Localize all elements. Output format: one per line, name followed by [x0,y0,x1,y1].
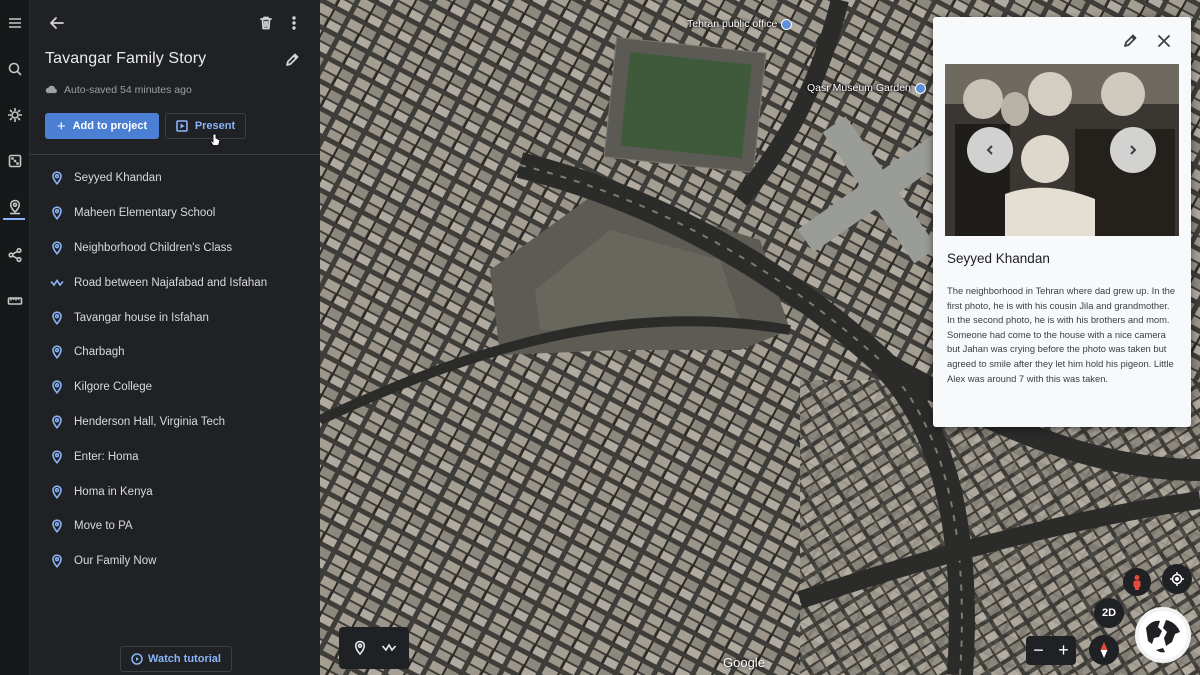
feature-list-item-label: Maheen Elementary School [74,207,216,220]
feature-list-item-label: Charbagh [74,346,125,359]
pegman-icon [1133,575,1141,590]
present-label: Present [194,120,236,132]
place-pin-icon [50,206,64,221]
next-photo-button[interactable] [1110,127,1156,173]
autosave-text: Auto-saved 54 minutes ago [64,83,192,96]
menu-icon[interactable] [2,10,28,36]
share-icon[interactable] [2,242,28,268]
place-pin-icon [50,484,64,499]
voyager-icon[interactable] [2,102,28,128]
chevron-right-icon [1130,145,1137,155]
divider [30,154,320,155]
feature-list-item[interactable]: Homa in Kenya [30,474,320,509]
feature-list-item[interactable]: Henderson Hall, Virginia Tech [30,405,320,440]
more-vert-icon[interactable] [280,9,308,37]
map-draw-tools [339,627,409,669]
present-icon [176,120,188,132]
search-icon[interactable] [2,56,28,82]
feature-list-item[interactable]: Charbagh [30,335,320,370]
poi-label-text: Tehran public office [687,18,778,30]
place-pin-icon [50,554,64,569]
compass-button[interactable] [1089,635,1119,665]
family-photo [945,64,1179,236]
edit-pencil-icon[interactable] [1116,27,1144,55]
watch-tutorial-label: Watch tutorial [148,653,221,665]
feature-list-item[interactable]: Road between Najafabad and Isfahan [30,265,320,300]
feature-list-item-label: Our Family Now [74,555,157,568]
project-title[interactable]: Tavangar Family Story [45,50,206,68]
feeling-lucky-icon[interactable] [2,148,28,174]
compass-icon [1100,642,1108,658]
add-placemark-icon[interactable] [352,640,368,656]
card-description: The neighborhood in Tehran where dad gre… [947,285,1176,384]
project-panel: Tavangar Family Story Auto-saved 54 minu… [30,0,320,675]
feature-list-item[interactable]: Maheen Elementary School [30,196,320,231]
poi-marker-icon [781,18,793,30]
ruler-icon[interactable] [2,288,28,314]
my-location-icon [1170,572,1184,586]
place-pin-icon [50,519,64,534]
plus-icon: + [56,117,66,135]
place-pin-icon [50,380,64,395]
poi-marker-icon [914,82,926,94]
place-pin-icon [50,415,64,429]
mouse-cursor-icon [210,133,221,146]
my-location-button[interactable] [1162,564,1192,594]
zoom-controls: − + [1026,636,1076,665]
zoom-in-button[interactable]: + [1058,640,1069,661]
feature-list-item-label: Neighborhood Children's Class [74,241,233,254]
chevron-left-icon [986,145,993,155]
trash-icon[interactable] [252,9,280,37]
projects-icon[interactable] [2,194,28,220]
feature-list-item-label: Tavangar house in Isfahan [74,311,209,324]
feature-list-item-label: Henderson Hall, Virginia Tech [74,415,226,428]
place-pin-icon [50,171,64,186]
left-rail [0,0,30,675]
path-line-icon [50,276,64,290]
feature-list-item-label: Enter: Homa [74,450,139,463]
place-pin-icon [50,310,64,325]
watch-tutorial-button[interactable]: Watch tutorial [120,646,232,672]
place-pin-icon [50,450,64,464]
globe-icon [1139,611,1187,659]
feature-info-card: Seyyed Khandan The neighborhood in Tehra… [933,17,1191,427]
draw-line-icon[interactable] [381,640,397,656]
feature-list-item-label: Kilgore College [74,381,152,394]
feature-list-item[interactable]: Move to PA [30,509,320,544]
place-pin-icon [50,345,64,360]
prev-photo-button[interactable] [967,127,1013,173]
feature-list-item[interactable]: Enter: Homa [30,439,320,474]
poi-label-text: Qasr Museum Garden [807,82,911,94]
pegman-button[interactable] [1123,568,1151,596]
feature-list-item[interactable]: Kilgore College [30,370,320,405]
poi-label[interactable]: Tehran public office [687,18,793,30]
feature-list-item[interactable]: Neighborhood Children's Class [30,231,320,266]
feature-list-item-label: Seyyed Khandan [74,172,162,185]
edit-title-pencil-icon[interactable] [278,46,306,74]
cloud-done-icon [45,85,57,94]
feature-list-item-label: Homa in Kenya [74,485,153,498]
feature-list-item[interactable]: Seyyed Khandan [30,161,320,196]
card-title: Seyyed Khandan [947,251,1050,266]
place-pin-icon [50,241,64,255]
play-circle-icon [131,653,143,665]
active-indicator [3,218,25,220]
toggle-2d-label: 2D [1101,607,1117,619]
globe-view-button[interactable] [1135,607,1191,663]
add-to-project-button[interactable]: + Add to project [45,113,159,139]
toggle-2d-button[interactable]: 2D [1094,598,1124,628]
feature-list-item[interactable]: Our Family Now [30,544,320,579]
feature-list-item-label: Road between Najafabad and Isfahan [74,276,268,289]
close-icon[interactable] [1150,27,1178,55]
feature-list: Seyyed Khandan Maheen Elementary School Ne… [30,161,320,579]
back-arrow-icon[interactable] [43,9,71,37]
google-attribution: Google [723,655,765,670]
present-button[interactable]: Present [165,113,246,139]
feature-list-item[interactable]: Tavangar house in Isfahan [30,300,320,335]
feature-list-item-label: Move to PA [74,520,133,533]
add-to-project-label: Add to project [72,120,148,132]
autosave-status: Auto-saved 54 minutes ago [45,83,192,96]
zoom-out-button[interactable]: − [1033,640,1044,661]
poi-label[interactable]: Qasr Museum Garden [807,82,926,94]
